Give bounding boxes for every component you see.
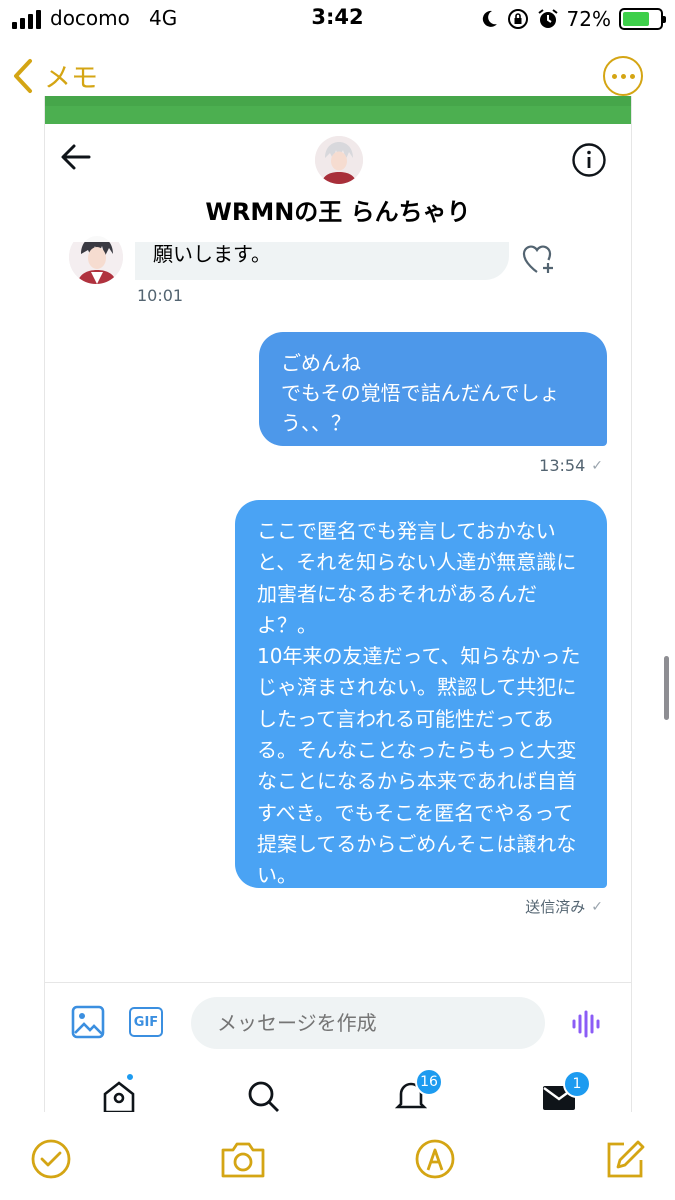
alarm-icon (537, 9, 558, 28)
conversation: 願いします。 10:01 ごめんね でもその覚悟で詰んだんでしょう、、？ 13:… (45, 96, 631, 1112)
back-to-notes-button[interactable]: メモ (12, 56, 98, 95)
voice-message-icon[interactable] (571, 1009, 601, 1039)
dm-screenshot: 願いします。 10:01 ごめんね でもその覚悟で詰んだんでしょう、、？ 13:… (44, 96, 632, 1112)
add-reaction-heart-icon[interactable] (521, 242, 557, 276)
notes-toolbar (0, 1120, 675, 1200)
camera-icon[interactable] (219, 1138, 267, 1180)
search-icon (248, 1081, 279, 1112)
rotation-lock-icon (507, 9, 528, 29)
tab-notifications[interactable]: 16 (393, 1068, 443, 1112)
message-composer: GIF (45, 982, 631, 1052)
compose-icon[interactable] (604, 1138, 646, 1180)
message-input[interactable] (191, 997, 545, 1049)
image-icon[interactable] (71, 1005, 105, 1039)
gif-button[interactable]: GIF (129, 1007, 163, 1037)
tab-search[interactable] (245, 1078, 281, 1112)
battery-percent: 72% (566, 7, 611, 31)
checklist-icon[interactable] (30, 1138, 72, 1180)
notifications-badge: 16 (415, 1068, 443, 1096)
outgoing-bubble[interactable]: ここで匿名でも発言しておかないと、それを知らない人達が無意識に加害者になるおそれ… (235, 500, 607, 888)
tab-messages[interactable]: 1 (541, 1070, 591, 1112)
message-status: 送信済み (525, 898, 586, 916)
battery-icon (619, 8, 666, 30)
scroll-indicator[interactable] (664, 656, 669, 720)
status-right: 72% (479, 5, 666, 33)
status-bar: docomo 4G 3:42 72% (0, 0, 675, 40)
contact-avatar[interactable] (315, 136, 363, 184)
messages-badge: 1 (563, 1070, 591, 1098)
more-options-button[interactable] (603, 56, 643, 96)
sent-check-icon: ✓ (591, 898, 603, 915)
message-time: 13:54 (539, 456, 586, 475)
tab-home[interactable] (101, 1072, 137, 1112)
chevron-left-icon (14, 58, 32, 93)
markup-pen-icon[interactable] (414, 1138, 456, 1180)
message-meta: 13:54 ✓ (539, 456, 603, 475)
outgoing-bubble[interactable]: ごめんね でもその覚悟で詰んだんでしょう、、？ (259, 332, 607, 446)
message-meta: 送信済み ✓ (525, 896, 603, 917)
contact-name: WRMNの王 らんちゃり (205, 198, 471, 226)
back-label: メモ (44, 63, 98, 94)
back-arrow-icon[interactable] (59, 142, 93, 172)
moon-icon (482, 10, 497, 27)
info-icon[interactable] (571, 142, 607, 178)
home-new-dot (125, 1072, 135, 1082)
dm-header: WRMNの王 らんちゃり (45, 124, 631, 242)
tab-bar: 16 1 (45, 1056, 631, 1112)
home-icon (103, 1081, 135, 1112)
notes-nav-bar: メモ (0, 48, 675, 100)
incoming-time: 10:01 (137, 286, 184, 305)
sent-check-icon: ✓ (591, 457, 603, 474)
